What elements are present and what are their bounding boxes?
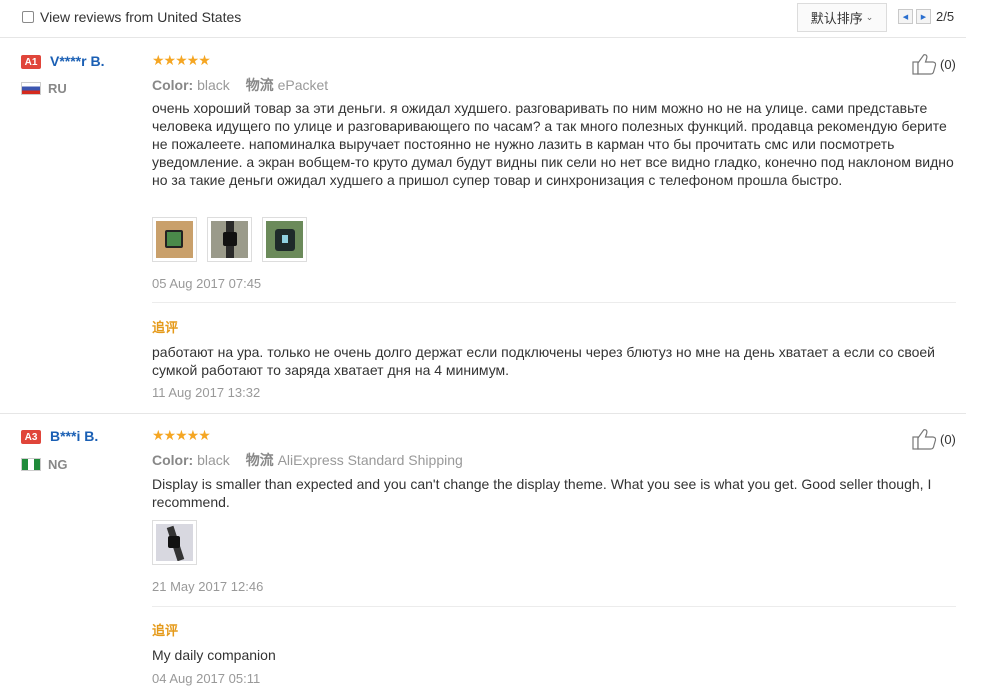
thumbs-up-icon[interactable]: [912, 53, 938, 75]
review-photo[interactable]: [152, 217, 197, 262]
us-reviews-checkbox[interactable]: [22, 11, 34, 23]
review-photo[interactable]: [262, 217, 307, 262]
reviewer-name[interactable]: B***i B.: [50, 428, 98, 444]
next-page-icon[interactable]: ▶: [916, 9, 931, 24]
chevron-down-icon: ⌄: [865, 12, 874, 22]
helpful-button[interactable]: (0): [912, 428, 956, 450]
shipping-value: AliExpress Standard Shipping: [277, 452, 463, 468]
followup-text: работают на ура. только не очень долго д…: [152, 344, 935, 378]
divider: [152, 606, 956, 607]
star-rating: ★★★★★: [152, 52, 211, 68]
us-reviews-label[interactable]: View reviews from United States: [40, 9, 241, 25]
review-item: A1 V****r B. RU ★★★★★ Color: black 物流 eP…: [0, 38, 966, 414]
color-label: Color:: [152, 452, 194, 468]
buyer-level-badge: A1: [21, 55, 41, 69]
sort-label: 默认排序: [810, 11, 863, 26]
star-rating: ★★★★★: [152, 427, 211, 443]
buyer-level-badge: A3: [21, 430, 41, 444]
followup-label: 追评: [152, 320, 179, 335]
followup-label: 追评: [152, 623, 179, 638]
pagination: ◀ ▶ 2/5: [898, 9, 954, 24]
reviewer-country: NG: [48, 457, 68, 472]
helpful-count: (0): [940, 431, 956, 447]
review-photos: [152, 520, 197, 565]
reviewer-country: RU: [48, 81, 67, 96]
color-label: Color:: [152, 77, 194, 93]
review-date: 21 May 2017 12:46: [152, 579, 264, 594]
review-text: очень хороший товар за эти деньги. я ожи…: [152, 100, 954, 188]
review-date: 05 Aug 2017 07:45: [152, 276, 262, 291]
review-photo[interactable]: [152, 520, 197, 565]
prev-page-icon[interactable]: ◀: [898, 9, 913, 24]
review-text: Display is smaller than expected and you…: [152, 476, 932, 510]
followup-text: My daily companion: [152, 647, 276, 663]
sort-dropdown[interactable]: 默认排序 ⌄: [797, 3, 887, 32]
helpful-button[interactable]: (0): [912, 53, 956, 75]
us-reviews-filter[interactable]: View reviews from United States: [22, 9, 241, 25]
followup-date: 11 Aug 2017 13:32: [152, 385, 261, 400]
helpful-count: (0): [940, 56, 956, 72]
country-flag-icon: [21, 458, 41, 471]
shipping-label: 物流: [245, 77, 274, 93]
order-info: Color: black 物流 AliExpress Standard Ship…: [152, 450, 463, 470]
reviews-toolbar: View reviews from United States 默认排序 ⌄ ◀…: [0, 0, 966, 38]
followup-date: 04 Aug 2017 05:11: [152, 671, 261, 686]
color-value: black: [197, 452, 230, 468]
shipping-label: 物流: [245, 452, 274, 468]
thumbs-up-icon[interactable]: [912, 428, 938, 450]
review-photo[interactable]: [207, 217, 252, 262]
country-flag-icon: [21, 82, 41, 95]
order-info: Color: black 物流 ePacket: [152, 75, 328, 95]
shipping-value: ePacket: [277, 77, 329, 93]
reviewer-name[interactable]: V****r B.: [50, 53, 104, 69]
page-indicator: 2/5: [936, 9, 955, 24]
review-photos: [152, 217, 307, 262]
review-item: A3 B***i B. NG ★★★★★ Color: black 物流 Ali…: [0, 414, 966, 694]
color-value: black: [197, 77, 230, 93]
divider: [152, 302, 956, 303]
